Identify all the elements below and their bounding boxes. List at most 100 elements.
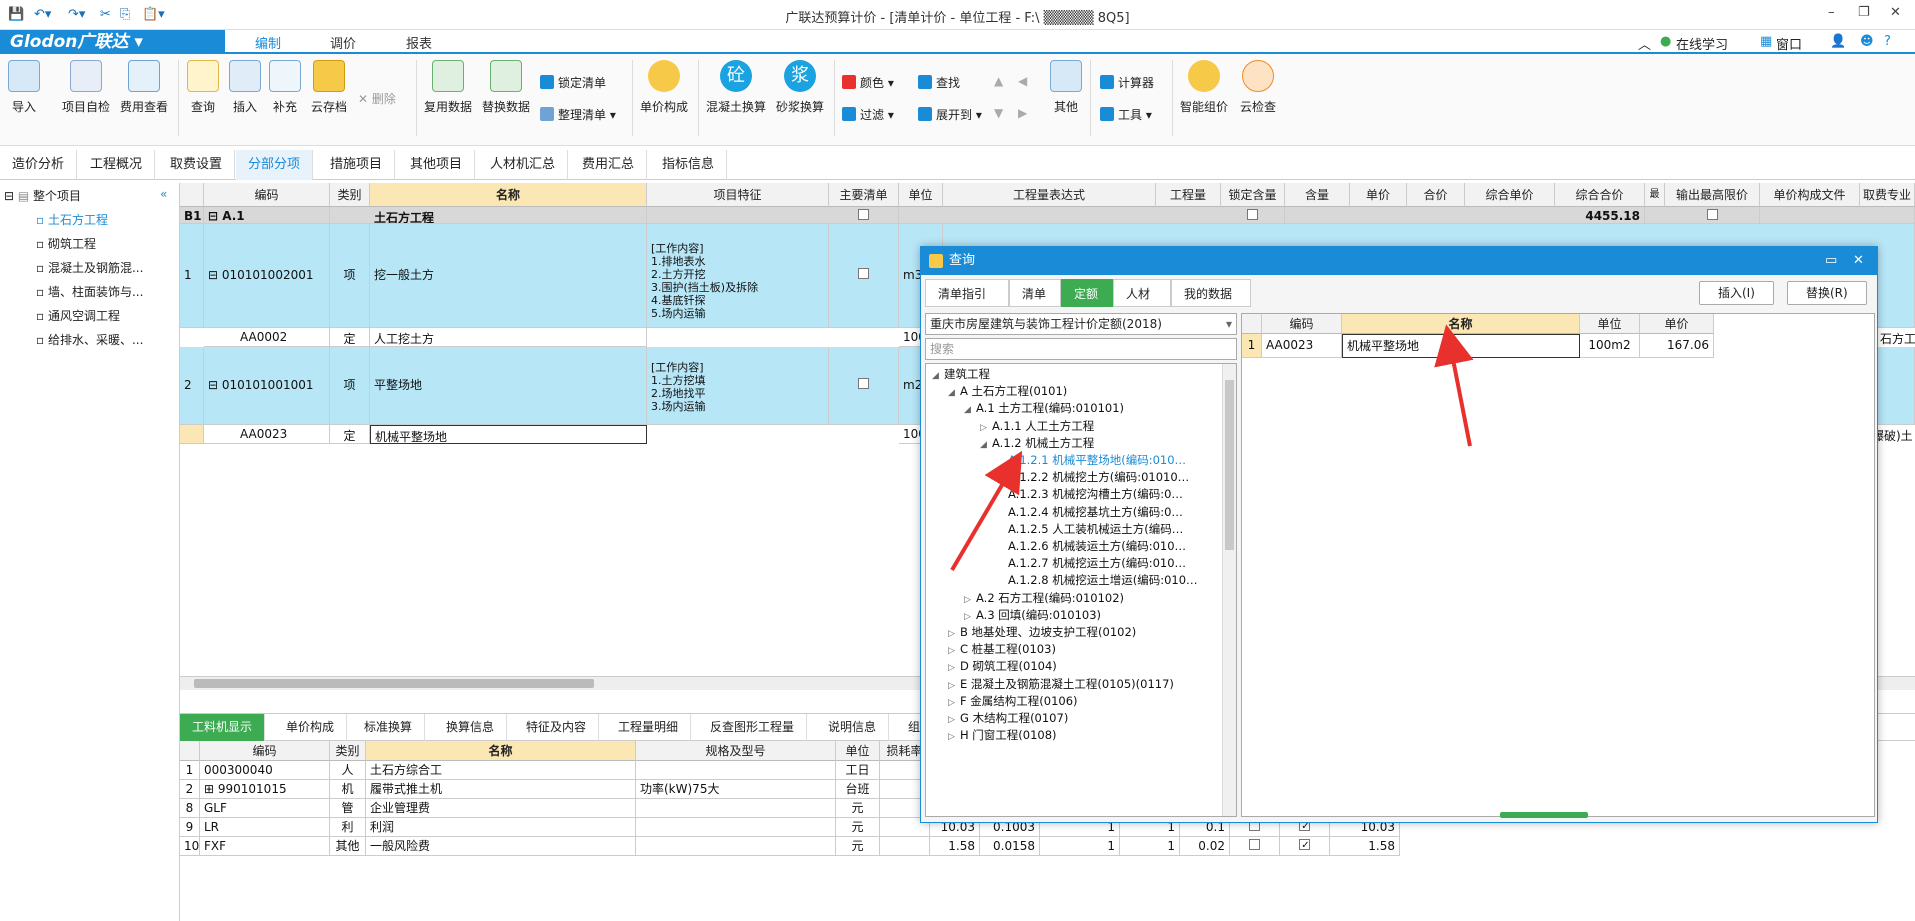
cell-name[interactable]: 企业管理费 <box>366 799 636 818</box>
tab-price-composition[interactable]: 单价构成 <box>274 714 348 741</box>
delete-button[interactable]: ✕ 删除 <box>358 90 396 107</box>
color-button[interactable]: 颜色 ▾ <box>842 74 894 91</box>
expand-toggle-icon[interactable]: ▷ <box>948 698 960 708</box>
tree-node[interactable]: A.1.2.3 机械挖沟槽土方(编码:0… <box>996 486 1183 502</box>
tree-node[interactable]: ▷ F 金属结构工程(0106) <box>948 693 1078 709</box>
expand-toggle-icon[interactable]: ▷ <box>948 629 960 639</box>
expand-toggle-icon[interactable]: ▷ <box>948 732 960 742</box>
cell-spec[interactable] <box>636 761 836 780</box>
move-down-icon[interactable]: ▼ <box>994 106 1003 120</box>
col-header-price-file[interactable]: 单价构成文件 <box>1760 183 1860 207</box>
tab-description[interactable]: 说明信息 <box>816 714 890 741</box>
tab-other-items[interactable]: 其他项目 <box>398 150 476 180</box>
dtab-labor-material[interactable]: 人材机 <box>1113 279 1171 329</box>
main-list-checkbox[interactable] <box>829 224 899 328</box>
menu-adjust[interactable]: 调价 <box>330 33 356 52</box>
import-button[interactable]: 导入 <box>6 60 42 115</box>
calculator-button[interactable]: 计算器 <box>1100 74 1154 91</box>
tree-node[interactable]: A.1.2.6 机械装运土方(编码:010… <box>996 538 1186 554</box>
tree-item-wall-decoration[interactable]: ▫ 墙、柱面装饰与... <box>36 283 143 300</box>
tree-item-hvac[interactable]: ▫ 通风空调工程 <box>36 307 120 324</box>
row-checkbox[interactable] <box>1230 837 1280 856</box>
dtab-my-data[interactable]: 我的数据 <box>1171 279 1251 307</box>
tab-index-info[interactable]: 指标信息 <box>650 150 728 180</box>
tree-node[interactable]: ◢ A.1 土方工程(编码:010101) <box>964 400 1124 416</box>
move-up-icon[interactable]: ▲ <box>994 74 1003 88</box>
menu-report[interactable]: 报表 <box>406 33 432 52</box>
expand-toggle-icon[interactable]: ▷ <box>948 681 960 691</box>
cost-view-button[interactable]: 费用查看 <box>118 60 170 115</box>
tree-node[interactable]: ▷ A.3 回填(编码:010103) <box>964 607 1101 623</box>
col-header-qty-expr[interactable]: 工程量表达式 <box>943 183 1156 207</box>
tab-conversion-info[interactable]: 换算信息 <box>434 714 508 741</box>
col-header-unit[interactable]: 单位 <box>836 741 880 761</box>
tree-node[interactable]: ▷ H 门窗工程(0108) <box>948 727 1057 743</box>
expand-toggle-icon[interactable]: ▷ <box>964 612 976 622</box>
row-name[interactable]: 人工挖土方 <box>370 328 647 347</box>
col-header-main-list[interactable]: 主要清单 <box>829 183 899 207</box>
scrollbar-thumb[interactable] <box>194 679 594 688</box>
main-list-checkbox[interactable] <box>829 207 899 224</box>
cloud-check-button[interactable]: 云检查 <box>1236 60 1280 115</box>
dtab-list[interactable]: 清单 <box>1009 279 1061 307</box>
row-feature[interactable]: [工作内容] 1.土方挖填 2.场地找平 3.场内运输 <box>647 347 829 425</box>
expand-to-button[interactable]: 展开到 ▾ <box>918 106 982 123</box>
tree-node[interactable]: ▷ G 木结构工程(0107) <box>948 710 1068 726</box>
tree-item-concrete[interactable]: ▫ 混凝土及钢筋混... <box>36 259 143 276</box>
tree-node[interactable]: A.1.2.2 机械挖土方(编码:01010… <box>996 469 1189 485</box>
col-header-code[interactable]: 编码 <box>200 741 330 761</box>
expand-toggle-icon[interactable]: ▷ <box>964 595 976 605</box>
tree-node[interactable]: ▷ A.2 石方工程(编码:010102) <box>964 590 1124 606</box>
dtab-quota[interactable]: 定额 <box>1061 279 1113 307</box>
tree-node[interactable]: A.1.2.4 机械挖基坑土方(编码:0… <box>996 504 1183 520</box>
tab-cost-analysis[interactable]: 造价分析 <box>0 150 78 180</box>
cell-spec[interactable] <box>636 799 836 818</box>
tree-item-earthwork[interactable]: ▫ 土石方工程 <box>36 211 108 228</box>
tree-node[interactable]: ▷ B 地基处理、边坡支护工程(0102) <box>948 624 1136 640</box>
output-max-checkbox[interactable] <box>1665 207 1760 224</box>
col-header-name[interactable]: 名称 <box>366 741 636 761</box>
self-check-button[interactable]: 项目自检 <box>58 60 114 115</box>
expand-toggle-icon[interactable]: ◢ <box>980 440 992 450</box>
expand-toggle-icon[interactable]: ▷ <box>948 646 960 656</box>
tab-features-content[interactable]: 特征及内容 <box>514 714 600 741</box>
organize-list-button[interactable]: 整理清单 ▾ <box>540 106 616 123</box>
cell-name[interactable]: 利润 <box>366 818 636 837</box>
search-input[interactable]: 搜索 <box>925 338 1237 360</box>
tree-node[interactable]: A.1.2.8 机械挖运土增运(编码:010… <box>996 572 1198 588</box>
tree-node[interactable]: ▷ A.1.1 人工土方工程 <box>980 418 1094 434</box>
col-header-type[interactable]: 类别 <box>330 183 370 207</box>
col-header-unit-price[interactable]: 单价 <box>1350 183 1407 207</box>
expand-toggle-icon[interactable]: ◢ <box>964 405 976 415</box>
help-icon[interactable]: ? <box>1884 34 1891 49</box>
quota-library-select[interactable]: 重庆市房屋建筑与装饰工程计价定额(2018) ▾ <box>925 313 1237 335</box>
tab-qty-detail[interactable]: 工程量明细 <box>606 714 692 741</box>
close-icon[interactable]: ✕ <box>1890 5 1901 20</box>
window-icon[interactable]: ▦ <box>1760 34 1772 49</box>
smart-pricing-button[interactable]: 智能组价 <box>1178 60 1230 115</box>
checkbox[interactable] <box>1299 839 1310 850</box>
dialog-close-icon[interactable]: ✕ <box>1853 247 1864 275</box>
col-header-content[interactable]: 含量 <box>1285 183 1350 207</box>
insert-button[interactable]: 插入 <box>228 60 262 115</box>
dtab-list-guide[interactable]: 清单指引 <box>925 279 1009 307</box>
tree-node[interactable]: ▷ D 砌筑工程(0104) <box>948 658 1057 674</box>
tree-root[interactable]: ⊟ ▤ 整个项目 <box>4 187 81 204</box>
collapse-ribbon-icon[interactable]: ︿ <box>1638 34 1651 53</box>
unit-price-composition-button[interactable]: 单价构成 <box>638 60 690 115</box>
col-header-spec[interactable]: 规格及型号 <box>636 741 836 761</box>
col-header-comp-unit-price[interactable]: 综合单价 <box>1465 183 1555 207</box>
col-header-name[interactable]: 名称 <box>370 183 647 207</box>
cell-name[interactable]: 土石方综合工 <box>366 761 636 780</box>
col-header-output-max[interactable]: 输出最高限价 <box>1665 183 1760 207</box>
tree-item-masonry[interactable]: ▫ 砌筑工程 <box>36 235 96 252</box>
online-learning-icon[interactable]: ● <box>1660 34 1671 49</box>
reuse-data-button[interactable]: 复用数据 <box>422 60 474 115</box>
expand-toggle-icon[interactable]: ▷ <box>948 663 960 673</box>
other-button[interactable]: 其他 <box>1048 60 1084 115</box>
expand-toggle-icon[interactable]: ▷ <box>980 423 992 433</box>
collapse-panel-icon[interactable]: « <box>160 187 167 201</box>
col-header-type[interactable]: 类别 <box>330 741 366 761</box>
find-button[interactable]: 查找 <box>918 74 960 91</box>
tree-node[interactable]: ◢ A.1.2 机械土方工程 <box>980 435 1094 451</box>
